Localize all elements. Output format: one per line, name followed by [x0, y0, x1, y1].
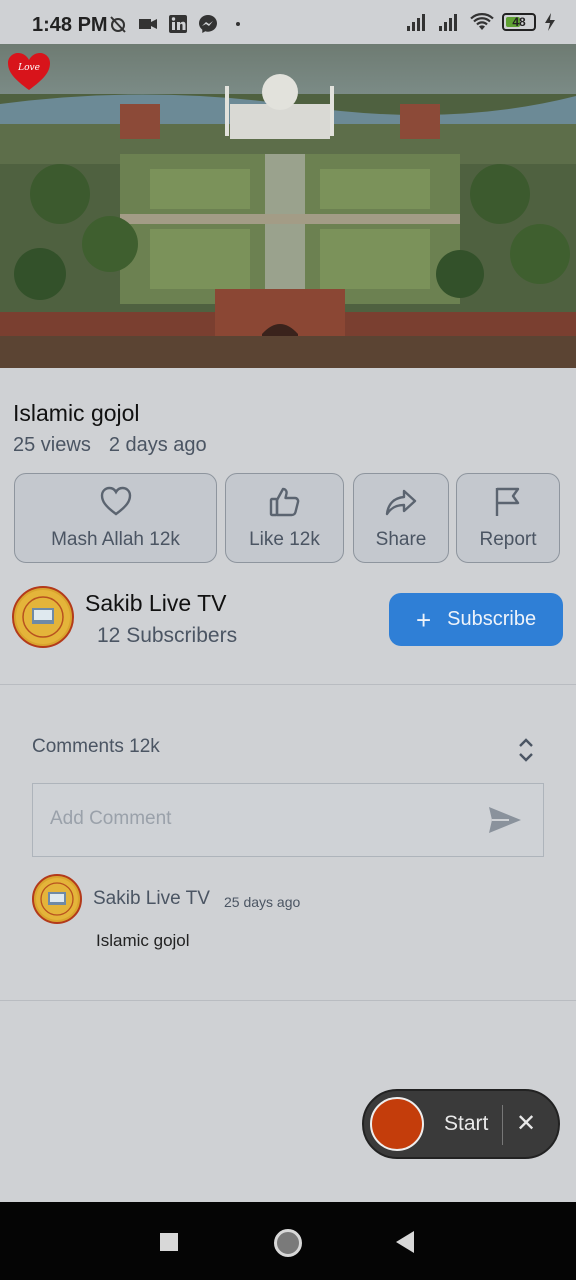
charging-icon — [545, 13, 555, 31]
dot-icon — [236, 22, 240, 26]
home-button[interactable] — [274, 1229, 302, 1257]
mash-allah-button[interactable]: Mash Allah 12k — [14, 473, 217, 563]
battery-icon: 48 — [502, 13, 536, 31]
share-button[interactable]: Share — [353, 473, 449, 563]
battery-level: 48 — [512, 15, 526, 29]
comment-placeholder: Add Comment — [50, 808, 172, 829]
report-button[interactable]: Report — [456, 473, 560, 563]
start-recording-button[interactable]: Start — [444, 1112, 488, 1136]
system-nav-bar — [0, 1202, 576, 1280]
status-bar: 1:48 PM 48 — [0, 0, 576, 44]
muted-alarm-icon — [110, 16, 126, 33]
heart-icon — [100, 486, 131, 516]
plus-icon: + — [415, 604, 432, 635]
flag-icon — [495, 487, 520, 516]
signal-icon — [407, 14, 425, 31]
channel-logo-icon — [36, 878, 78, 920]
comment-text: Islamic gojol — [96, 931, 190, 950]
comment-avatar[interactable] — [32, 874, 82, 924]
report-label: Report — [479, 529, 537, 550]
channel-logo-icon — [16, 590, 70, 644]
subscribe-label: Subscribe — [447, 608, 537, 630]
like-button[interactable]: Like 12k — [225, 473, 344, 563]
upload-age: 2 days ago — [108, 434, 207, 456]
messenger-icon — [199, 15, 217, 33]
expand-collapse-icon[interactable] — [518, 736, 534, 764]
comment-item: Sakib Live TV 25 days ago Islamic gojol — [32, 874, 544, 954]
comment-author[interactable]: Sakib Live TV — [93, 888, 210, 910]
share-label: Share — [375, 529, 427, 550]
comment-time: 25 days ago — [224, 894, 301, 910]
divider — [0, 684, 576, 685]
divider — [0, 1000, 576, 1001]
recorder-separator — [502, 1105, 503, 1145]
comment-input[interactable]: Add Comment — [32, 783, 544, 857]
linkedin-icon — [169, 15, 187, 33]
thumbs-up-icon — [269, 487, 299, 517]
share-icon — [385, 489, 417, 516]
subscribe-button[interactable]: + Subscribe — [389, 593, 563, 646]
action-bar: Mash Allah 12k Like 12k Share Report — [14, 473, 562, 565]
comments-header[interactable]: Comments 12k — [32, 734, 544, 764]
wifi-icon — [470, 13, 494, 30]
status-time: 1:48 PM — [32, 14, 108, 36]
status-icons-right: 48 — [406, 12, 556, 32]
view-count: 25 views — [13, 434, 91, 456]
subscriber-count: 12 Subscribers — [97, 624, 238, 647]
channel-name[interactable]: Sakib Live TV — [85, 590, 226, 617]
recents-button[interactable] — [160, 1233, 178, 1251]
send-icon[interactable] — [487, 805, 523, 835]
svg-text:Love: Love — [17, 63, 40, 73]
video-player[interactable]: Love — [0, 44, 576, 368]
video-meta: 25 views 2 days ago — [13, 434, 207, 457]
love-logo: Love — [8, 53, 50, 90]
channel-row: Sakib Live TV 12 Subscribers + Subscribe — [12, 586, 564, 652]
video-title: Islamic gojol — [13, 400, 140, 426]
record-button-icon[interactable] — [370, 1097, 424, 1151]
channel-avatar[interactable] — [12, 586, 74, 648]
mash-allah-label: Mash Allah 12k — [51, 529, 180, 550]
signal-icon-2 — [439, 14, 457, 31]
screen-recorder-widget: Start ✕ — [362, 1089, 560, 1159]
close-icon[interactable]: ✕ — [516, 1109, 536, 1138]
comments-count-label: Comments 12k — [32, 736, 160, 757]
taj-mahal-thumbnail — [0, 44, 576, 368]
back-button[interactable] — [396, 1231, 414, 1253]
status-icons-left — [108, 14, 248, 34]
video-camera-icon — [139, 19, 157, 29]
like-label: Like 12k — [249, 529, 320, 550]
